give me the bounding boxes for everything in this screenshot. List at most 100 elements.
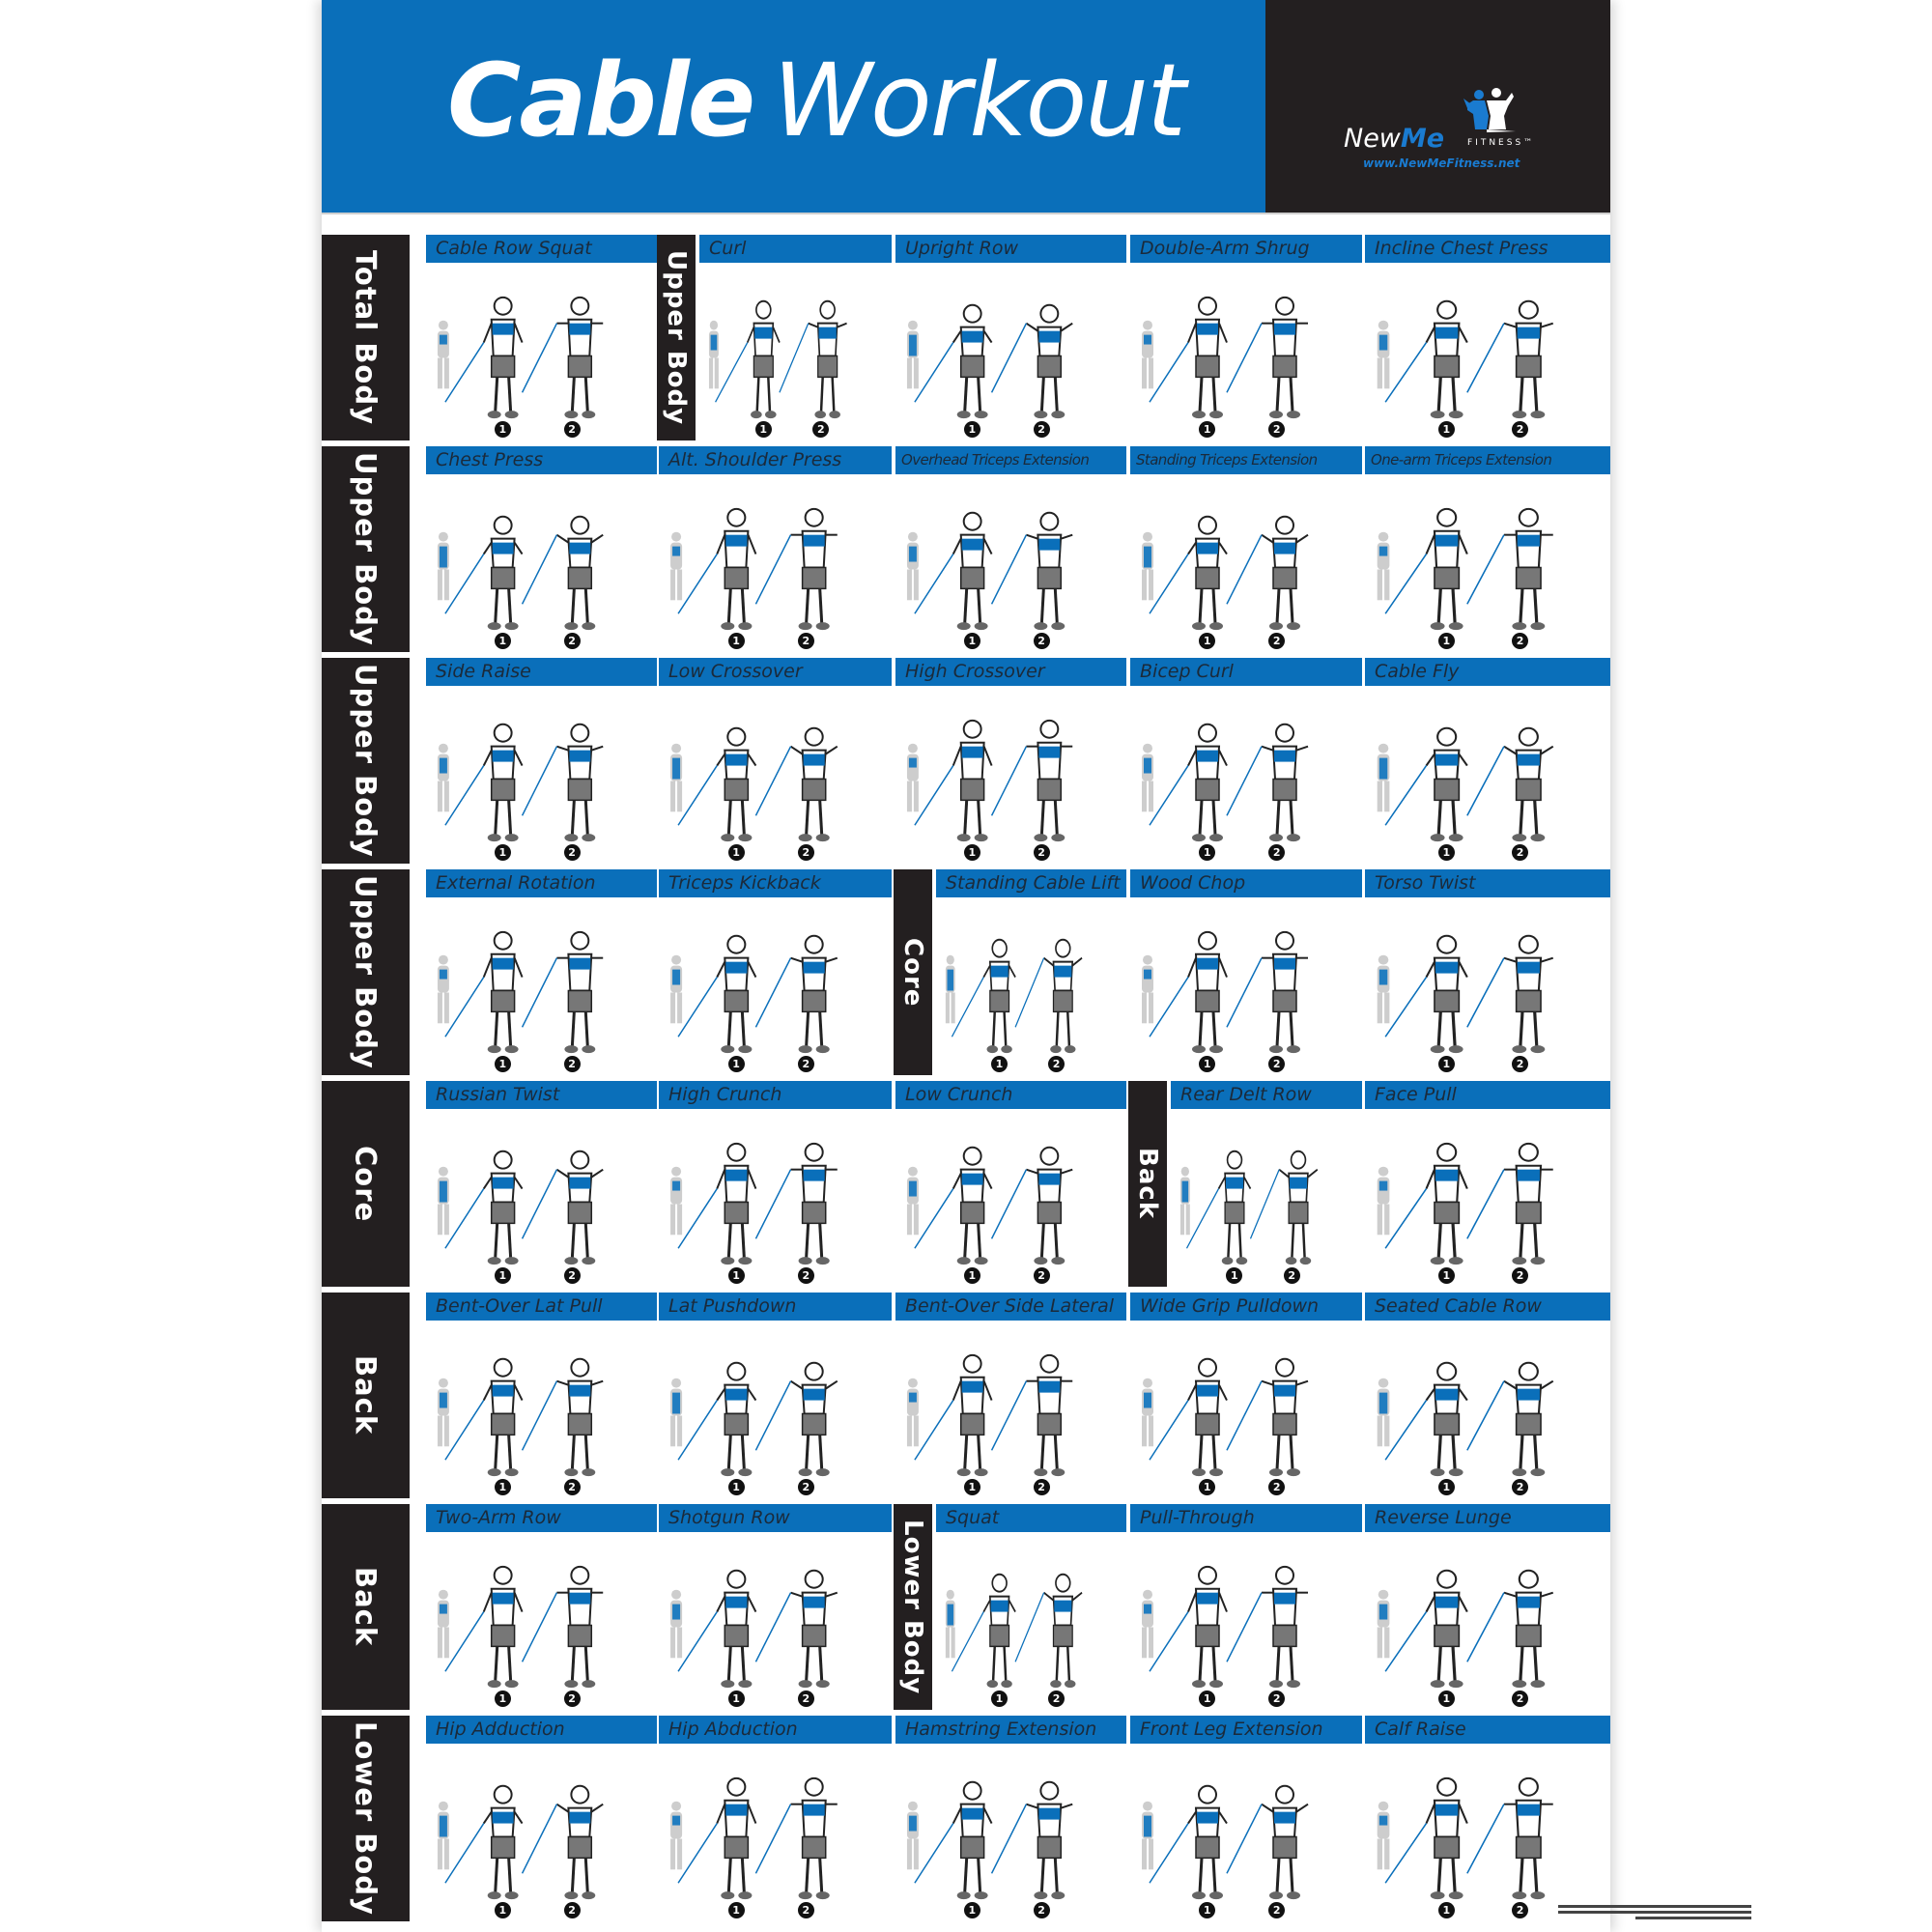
step-2-badge: 2 [1033,633,1050,649]
category-label: Upper Body [322,658,410,864]
muscle-map-icon [906,743,919,812]
exercise-figure [677,507,757,631]
exercise-name: Squat [936,1504,1126,1532]
muscle-map-icon [670,954,683,1024]
exercise-figure [914,1146,993,1265]
exercise-name: Standing Triceps Extension [1130,446,1362,474]
exercise-name: Reverse Lunge [1365,1504,1610,1532]
muscle-map-icon [1142,1801,1153,1870]
exercise-figure [1384,299,1468,419]
exercise-illustration [708,299,847,419]
exercise-name: Wood Chop [1130,869,1362,897]
exercise-illustration [906,1353,1073,1477]
exercise-figure [990,1146,1073,1265]
step-2-badge: 2 [563,633,581,649]
step-2-badge: 2 [797,1902,814,1918]
exercise-illustration [906,511,1073,631]
exercise-name: Alt. Shoulder Press [659,446,892,474]
exercise-card: Seated Cable Row 1 2 [1365,1293,1610,1498]
exercise-card: Chest Press 1 2 [426,446,657,652]
exercise-name: Side Raise [426,658,657,686]
step-2-badge: 2 [1512,1479,1529,1495]
exercise-figure [951,1573,1016,1689]
exercise-card: Reverse Lunge 1 2 [1365,1504,1610,1710]
exercise-figure [444,930,524,1054]
exercise-figure [1226,515,1309,631]
title-banner: Cable Workout [322,0,1265,213]
muscle-map-icon [1377,531,1390,601]
exercise-illustration [1142,1357,1309,1477]
exercise-figure [754,1142,838,1265]
exercise-figure [1466,934,1554,1054]
exercise-figure [951,938,1016,1054]
exercise-figure [444,1565,524,1689]
exercise-illustration [1142,296,1308,419]
category-label-text: Upper Body [349,875,383,1069]
muscle-map-icon [1142,531,1153,601]
exercise-figure [1149,515,1228,631]
exercise-card: Pull-Through 1 2 [1130,1504,1362,1710]
category-label: Upper Body [322,869,410,1075]
exercise-figure [715,299,781,419]
step-2-badge: 2 [797,1690,814,1707]
step-1-badge: 1 [494,844,511,861]
exercise-figure [1249,1150,1319,1265]
exercise-illustration [1377,1142,1553,1265]
exercise-name: Front Leg Extension [1130,1716,1362,1744]
category-label-text: Lower Body [349,1721,383,1916]
exercise-illustration [670,934,838,1054]
exercise-illustration [906,1780,1073,1900]
step-2-badge: 2 [797,844,814,861]
title-light: Workout [773,42,1186,159]
exercise-illustration-wrap [1171,1114,1362,1287]
exercise-card: Overhead Triceps Extension 1 2 [895,446,1126,652]
exercise-name: Russian Twist [426,1081,657,1109]
step-2-badge: 2 [1048,1056,1065,1072]
exercise-illustration-wrap [1130,268,1362,440]
exercise-figure [677,1569,757,1689]
exercise-figure [521,1784,604,1900]
muscle-map-icon [437,743,449,812]
step-1-badge: 1 [1437,844,1455,861]
step-1-badge: 1 [963,421,980,438]
muscle-map-icon [437,1589,449,1659]
exercise-illustration [437,1357,604,1477]
exercise-figure [754,1569,838,1689]
exercise-name: Seated Cable Row [1365,1293,1610,1321]
exercise-card: Incline Chest Press 1 2 [1365,235,1610,440]
exercise-illustration-wrap [426,1748,657,1921]
exercise-illustration [670,1142,838,1265]
exercise-illustration [1179,1150,1319,1265]
exercise-name: Cable Fly [1365,658,1610,686]
exercise-figure [677,1361,757,1477]
exercise-name: Hip Adduction [426,1716,657,1744]
exercise-figure [1014,938,1083,1054]
exercise-figure [521,930,604,1054]
step-2-badge: 2 [563,1902,581,1918]
exercise-illustration-wrap [659,902,892,1075]
step-2-badge: 2 [797,1267,814,1284]
exercise-illustration [1142,723,1309,842]
exercise-illustration [1142,930,1308,1054]
exercise-card: Front Leg Extension 1 2 [1130,1716,1362,1921]
exercise-name: Hip Abduction [659,1716,892,1744]
step-2-badge: 2 [1512,633,1529,649]
step-1-badge: 1 [1437,1479,1455,1495]
exercise-figure [914,511,993,631]
step-2-badge: 2 [1512,1690,1529,1707]
exercise-figure [1226,723,1309,842]
exercise-illustration-wrap [1130,1537,1362,1710]
category-label-text: Total Body [349,249,383,425]
exercise-illustration [437,1150,604,1265]
exercise-illustration [1142,1784,1309,1900]
exercise-illustration [670,726,838,842]
inline-category-text: Core [898,937,927,1008]
exercise-illustration-wrap [895,479,1126,652]
exercise-card: Wood Chop 1 2 [1130,869,1362,1075]
exercise-figure [1226,1784,1309,1900]
muscle-map-icon [1142,1378,1153,1447]
step-2-badge: 2 [797,633,814,649]
step-1-badge: 1 [494,633,511,649]
muscle-map-icon [437,1166,449,1236]
exercise-figure [521,1565,604,1689]
